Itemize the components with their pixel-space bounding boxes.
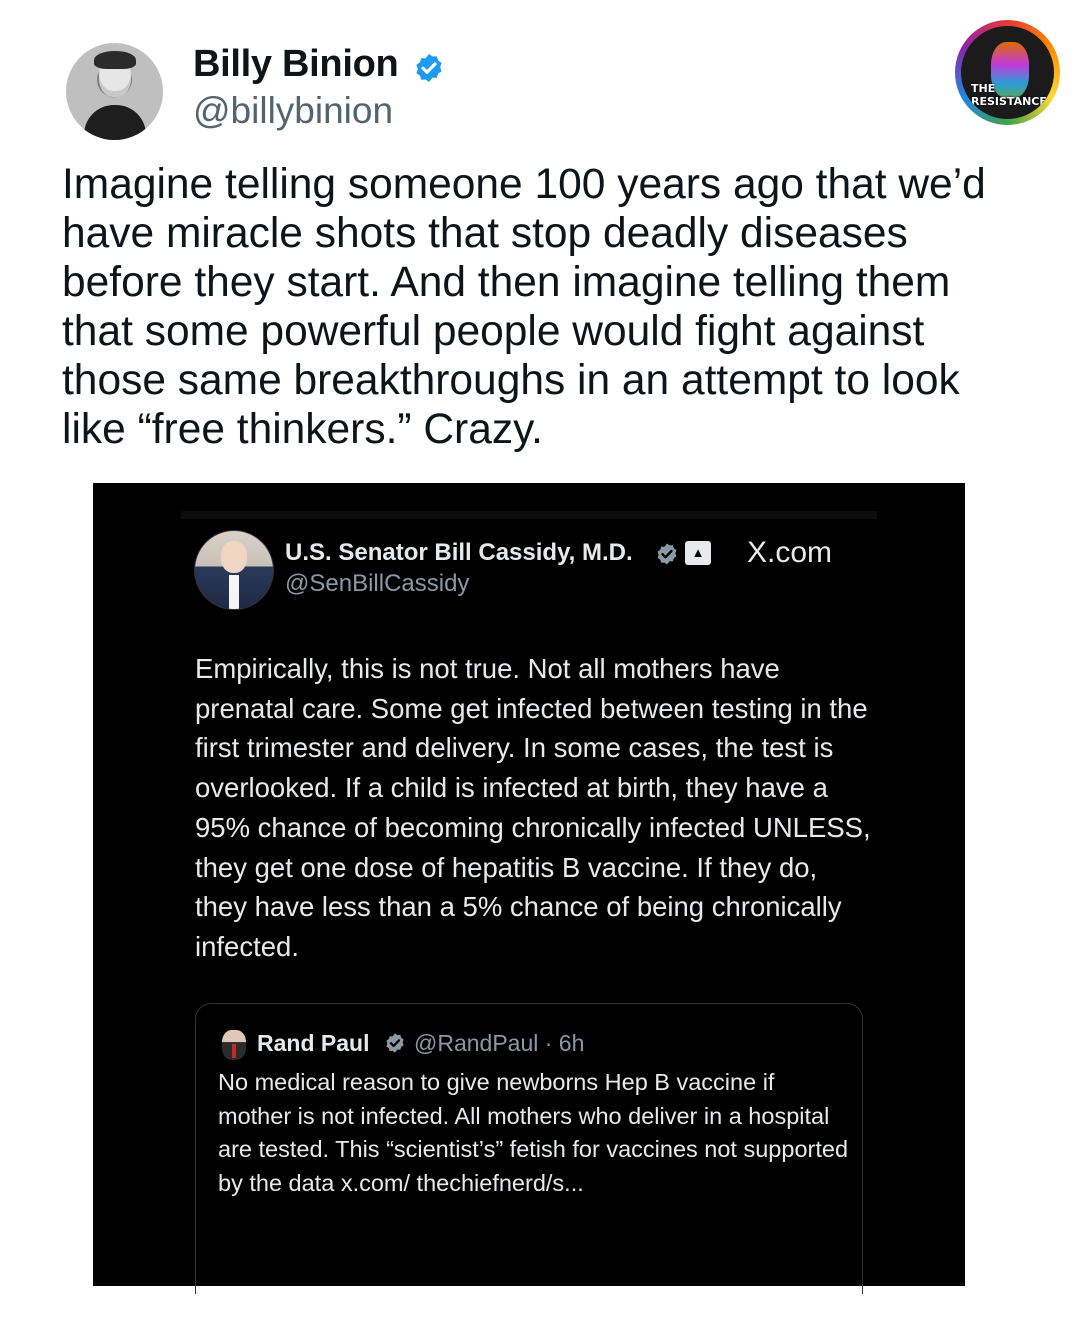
cassidy-post-text: Empirically, this is not true. Not all m… — [195, 653, 871, 962]
logo-text-resistance: RESISTANCE — [971, 95, 1047, 108]
divider — [181, 511, 877, 519]
cassidy-avatar[interactable] — [194, 530, 274, 610]
quoted-post-card[interactable]: Rand Paul @RandPaul · 6h No medical reas… — [195, 1003, 863, 1294]
rand-paul-display-name[interactable]: Rand Paul — [257, 1030, 369, 1057]
author-handle[interactable]: @billybinion — [193, 90, 393, 132]
cassidy-display-name[interactable]: U.S. Senator Bill Cassidy, M.D. — [285, 539, 633, 567]
verified-badge-icon — [386, 1033, 404, 1053]
author-display-name[interactable]: Billy Binion — [193, 43, 399, 86]
author-avatar[interactable] — [66, 43, 163, 140]
verified-badge-icon — [657, 543, 677, 565]
verified-badge-icon — [416, 54, 442, 82]
tweet-body-text: Imagine telling someone 100 years ago th… — [62, 161, 986, 453]
embedded-post-screenshot[interactable]: U.S. Senator Bill Cassidy, M.D. ▲ X.com … — [93, 483, 965, 1294]
rand-paul-post-text: No medical reason to give newborns Hep B… — [218, 1069, 849, 1196]
cassidy-handle[interactable]: @SenBillCassidy — [285, 570, 469, 598]
government-building-icon: ▲ — [685, 541, 711, 565]
rand-paul-handle-time[interactable]: @RandPaul · 6h — [414, 1030, 584, 1057]
x-logo[interactable]: X.com — [747, 536, 832, 570]
resistance-logo: THE RESISTANCE — [955, 20, 1060, 125]
rand-paul-avatar[interactable] — [222, 1030, 246, 1060]
logo-text-the: THE — [971, 82, 996, 95]
